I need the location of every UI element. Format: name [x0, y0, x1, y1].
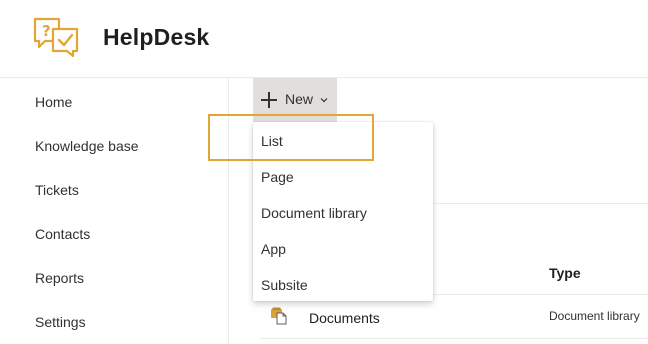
new-button-label: New	[285, 91, 314, 107]
nav-item-reports[interactable]: Reports	[35, 270, 84, 286]
left-navigation: Home Knowledge base Tickets Contacts Rep…	[0, 78, 229, 344]
header-row-divider	[433, 294, 648, 295]
site-header: ? HelpDesk	[0, 0, 648, 78]
new-button[interactable]: New	[253, 78, 337, 122]
row-type-documents: Document library	[549, 309, 640, 323]
row-name-documents[interactable]: Documents	[309, 310, 380, 326]
menu-item-app[interactable]: App	[253, 231, 433, 267]
column-header-type[interactable]: Type	[549, 265, 581, 281]
site-title[interactable]: HelpDesk	[103, 24, 209, 51]
nav-item-settings[interactable]: Settings	[35, 314, 86, 330]
menu-item-subsite[interactable]: Subsite	[253, 267, 433, 303]
svg-text:?: ?	[42, 22, 51, 40]
chevron-down-icon	[320, 98, 328, 103]
menu-item-document-library[interactable]: Document library	[253, 195, 433, 231]
nav-item-knowledge-base[interactable]: Knowledge base	[35, 138, 139, 154]
new-dropdown-menu: List Page Document library App Subsite	[253, 122, 433, 301]
section-divider	[433, 203, 648, 204]
row-divider	[260, 338, 648, 339]
helpdesk-logo-icon[interactable]: ?	[33, 17, 79, 57]
nav-item-contacts[interactable]: Contacts	[35, 226, 90, 242]
menu-item-list[interactable]: List	[253, 123, 433, 159]
document-library-icon	[271, 307, 287, 325]
plus-icon	[261, 92, 277, 108]
nav-item-tickets[interactable]: Tickets	[35, 182, 79, 198]
menu-item-page[interactable]: Page	[253, 159, 433, 195]
nav-item-home[interactable]: Home	[35, 94, 72, 110]
